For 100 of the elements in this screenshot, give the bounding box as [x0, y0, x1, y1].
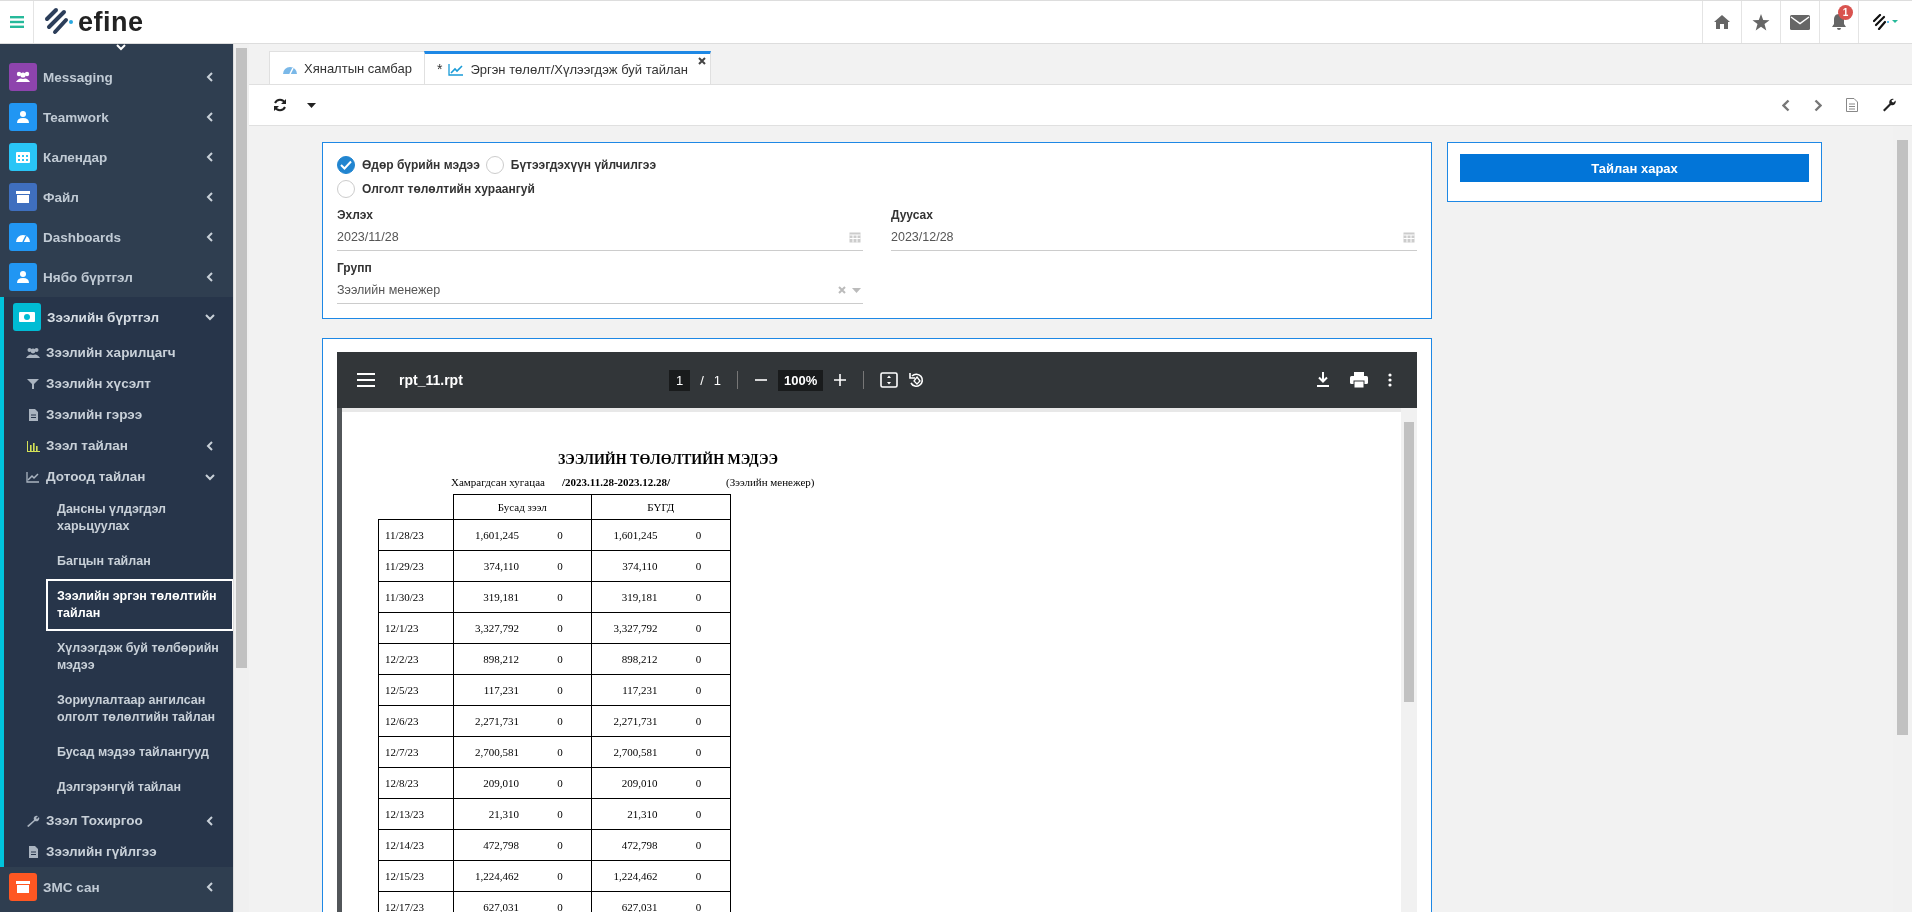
- table-cell: 12/1/23: [378, 612, 453, 644]
- table-cell: 0: [667, 674, 730, 706]
- logo-text: efine: [78, 6, 144, 38]
- submenu-icon: [26, 408, 40, 421]
- sidebar-subitem[interactable]: Дотоод тайлан: [4, 461, 233, 492]
- table-cell: 12/8/23: [378, 767, 453, 799]
- table-cell: 0: [529, 736, 592, 768]
- more-icon[interactable]: [1388, 373, 1392, 387]
- table-cell: 12/5/23: [378, 674, 453, 706]
- submenu-icon: [26, 845, 40, 858]
- sidebar-item[interactable]: Файл: [0, 177, 233, 217]
- file-name: rpt_11.rpt: [399, 372, 464, 388]
- table-cell: 0: [667, 612, 730, 644]
- zoom-input[interactable]: 100%: [778, 369, 824, 391]
- table-cell: 0: [529, 643, 592, 675]
- group-name: (Зээлийн менежер): [726, 476, 815, 488]
- submenu-icon: [26, 346, 40, 359]
- radio-option[interactable]: Бүтээгдэхүүн үйлчилгээ: [485, 156, 657, 174]
- table-cell: 0: [529, 674, 592, 706]
- chevron-right-icon[interactable]: [1814, 98, 1822, 112]
- submenu-icon: [26, 814, 40, 827]
- table-cell: 11/30/23: [378, 581, 453, 613]
- date-field[interactable]: 2023/11/28: [337, 228, 863, 251]
- radio-option[interactable]: Өдөр бүрийн мэдээ: [337, 156, 480, 174]
- table-cell: 0: [667, 860, 730, 892]
- scrollbar[interactable]: [1401, 408, 1417, 912]
- sidebar-item[interactable]: Календар: [0, 137, 233, 177]
- caret-icon[interactable]: [307, 102, 316, 108]
- submenu-icon: [26, 439, 40, 452]
- menu-icon: [9, 16, 24, 28]
- refresh-icon[interactable]: [273, 98, 287, 112]
- logo-icon: [44, 7, 74, 37]
- table-cell: 12/14/23: [378, 829, 453, 861]
- period-label: Хамрагдсан хугацаа: [451, 476, 546, 488]
- app-icon: [19, 310, 35, 324]
- sidebar-subitem[interactable]: Зээлийн гэрээ: [4, 399, 233, 430]
- table-cell: 0: [667, 705, 730, 737]
- field-label: Групп: [337, 261, 373, 275]
- table-cell: 0: [529, 798, 592, 830]
- menu-icon[interactable]: [357, 373, 375, 387]
- table-cell: 0: [529, 860, 592, 892]
- table-cell: 12/17/23: [378, 891, 453, 912]
- table-cell: 0: [667, 767, 730, 799]
- print-icon[interactable]: [1350, 372, 1368, 388]
- sidebar-item[interactable]: Messaging: [0, 57, 233, 97]
- table-cell: 12/2/23: [378, 643, 453, 675]
- page-count: 1: [713, 372, 722, 388]
- table-cell: 0: [667, 829, 730, 861]
- wrench-icon[interactable]: [1882, 98, 1896, 112]
- app-icon: [15, 880, 31, 894]
- date-field[interactable]: 2023/12/28: [891, 228, 1417, 251]
- table-cell: 12/13/23: [378, 798, 453, 830]
- sidebar-subitem[interactable]: Зээл Тохиргоо: [4, 805, 233, 836]
- table-cell: 0: [667, 736, 730, 768]
- column-header: БҮГД: [591, 494, 730, 520]
- close-icon[interactable]: [697, 57, 706, 65]
- sidebar-item[interactable]: Teamwork: [0, 97, 233, 137]
- sidebar-item[interactable]: Нябо бүртгэл: [0, 257, 233, 297]
- chevron-left-icon[interactable]: [1782, 98, 1790, 112]
- page-input[interactable]: 1: [669, 369, 691, 391]
- sidebar-subitem[interactable]: Багцын тайлан: [46, 544, 233, 579]
- plus-icon[interactable]: [833, 373, 848, 387]
- view-report-button[interactable]: Тайлан харах: [1460, 154, 1809, 182]
- tab[interactable]: * Эргэн төлөлт/Хүлээгдэж буй тайлан: [423, 51, 711, 84]
- sidebar-subitem[interactable]: Хүлээгдэж буй төлбөрийн мэдээ: [46, 631, 233, 683]
- sidebar-subitem[interactable]: Зээлийн гүйлгээ: [4, 836, 233, 867]
- table-cell: 0: [529, 519, 592, 551]
- fit-page-icon[interactable]: [880, 372, 899, 388]
- sidebar-subitem[interactable]: Дэлгэрэнгүй тайлан: [46, 770, 233, 805]
- table-cell: 0: [667, 550, 730, 582]
- logo-caret-icon: [1872, 14, 1899, 30]
- field-label: Дуусах: [891, 208, 934, 222]
- column-header: Бусад зээл: [453, 494, 592, 520]
- tab[interactable]: Хяналтын самбар: [269, 51, 425, 84]
- sidebar-subitem[interactable]: Зээлийн харилцагч: [4, 337, 233, 368]
- submenu-icon: [26, 470, 40, 483]
- sidebar-subitem[interactable]: Зээл тайлан: [4, 430, 233, 461]
- home-icon: [1713, 14, 1731, 30]
- sidebar-subitem[interactable]: Бусад мэдээ тайлангууд: [46, 735, 233, 770]
- table-cell: 0: [529, 550, 592, 582]
- sidebar-item[interactable]: Dashboards: [0, 217, 233, 257]
- sidebar-subitem[interactable]: Зээлийн хүсэлт: [4, 368, 233, 399]
- scrollbar[interactable]: [233, 44, 249, 912]
- table-cell: 12/7/23: [378, 736, 453, 768]
- sidebar-subitem[interactable]: Дансны үлдэгдэл харьцуулах: [46, 492, 233, 544]
- table-cell: 0: [667, 519, 730, 551]
- sidebar-subitem[interactable]: Зориулалтаар ангилсан олголт төлөлтийн тайлан: [46, 683, 233, 735]
- document-icon[interactable]: [1846, 98, 1858, 112]
- sidebar-item[interactable]: ЗМС сан: [0, 867, 233, 907]
- sidebar-subitem[interactable]: Зээлийн эргэн төлөлтийн тайлан: [46, 579, 233, 631]
- radio-option[interactable]: Олголт төлөлтийн хураангуй: [337, 180, 535, 198]
- envelope-icon: [1790, 14, 1810, 30]
- table-cell: 0: [529, 705, 592, 737]
- app-icon: [15, 110, 31, 124]
- download-icon[interactable]: [1316, 372, 1330, 388]
- table-cell: 0: [667, 798, 730, 830]
- table-cell: 0: [529, 612, 592, 644]
- submenu-icon: [26, 377, 40, 390]
- sidebar-item[interactable]: Зээлийн бүртгэл: [4, 297, 233, 337]
- rotate-icon[interactable]: [908, 371, 926, 389]
